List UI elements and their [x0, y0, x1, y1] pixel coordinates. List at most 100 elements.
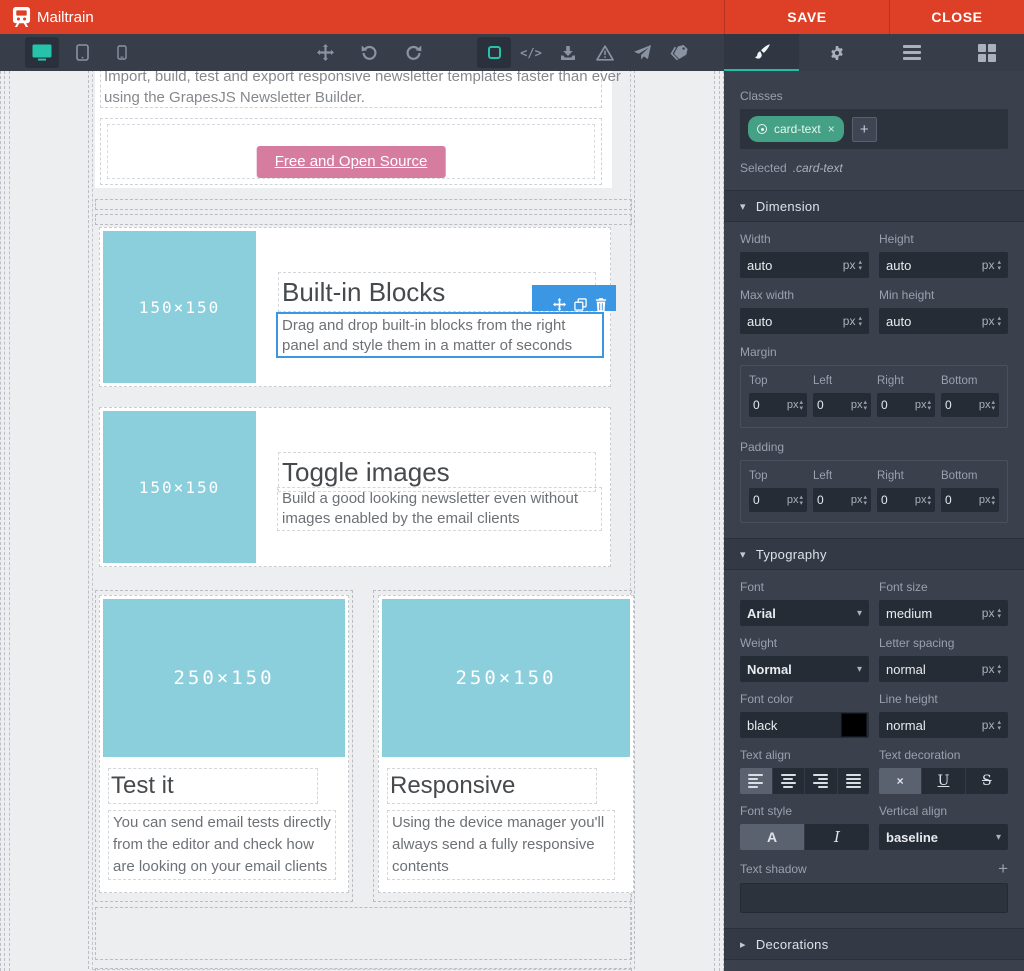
- align-justify-button[interactable]: [838, 768, 870, 794]
- move-tool-button[interactable]: [308, 37, 342, 68]
- toggle-borders-button[interactable]: [477, 37, 511, 68]
- vertical-align-select[interactable]: baseline ▾: [879, 824, 1008, 850]
- tab-layers[interactable]: [874, 34, 949, 71]
- decoration-none-button[interactable]: ×: [879, 768, 922, 794]
- decoration-underline-button[interactable]: U: [922, 768, 965, 794]
- width-input[interactable]: auto px ▴▾: [740, 252, 869, 278]
- padding-bottom-input[interactable]: 0 px ▴▾: [941, 488, 999, 512]
- min-height-input[interactable]: auto px ▴▾: [879, 308, 1008, 334]
- max-width-spinner[interactable]: ▴▾: [858, 315, 862, 327]
- padding-top-label: Top: [749, 469, 807, 483]
- intro-line1: Import, build, test and export responsiv…: [104, 71, 598, 87]
- decoration-strike-button[interactable]: S: [966, 768, 1008, 794]
- card-title-box[interactable]: Toggle images: [278, 452, 596, 492]
- margin-top-input[interactable]: 0 px ▴▾: [749, 393, 807, 417]
- font-select[interactable]: Arial ▾: [740, 600, 869, 626]
- margin-right-spinner[interactable]: ▴▾: [927, 399, 931, 411]
- padding-left-input[interactable]: 0 px ▴▾: [813, 488, 871, 512]
- import-button[interactable]: [551, 37, 585, 68]
- section-dimension[interactable]: ▾ Dimension: [724, 190, 1024, 222]
- style-italic-button[interactable]: I: [805, 824, 869, 850]
- align-center-button[interactable]: [773, 768, 806, 794]
- letter-spacing-input[interactable]: normal px ▴▾: [879, 656, 1008, 682]
- weight-select[interactable]: Normal ▾: [740, 656, 869, 682]
- line-height-spinner[interactable]: ▴▾: [997, 719, 1001, 731]
- image-placeholder[interactable]: 150×150: [103, 411, 256, 563]
- section-decorations[interactable]: ▸ Decorations: [724, 928, 1024, 960]
- align-right-button[interactable]: [805, 768, 838, 794]
- newsletter-intro-text[interactable]: Import, build, test and export responsiv…: [100, 71, 602, 108]
- undo-button[interactable]: [352, 37, 386, 68]
- image-placeholder[interactable]: 250×150: [103, 599, 345, 757]
- width-spinner[interactable]: ▴▾: [858, 259, 862, 271]
- font-size-spinner[interactable]: ▴▾: [997, 607, 1001, 619]
- device-tablet-button[interactable]: [65, 37, 99, 68]
- letter-spacing-spinner[interactable]: ▴▾: [997, 663, 1001, 675]
- padding-left-spinner[interactable]: ▴▾: [863, 494, 867, 506]
- section-typography[interactable]: ▾ Typography: [724, 538, 1024, 570]
- card-text[interactable]: You can send email tests directly from t…: [108, 810, 336, 880]
- padding-bottom-spinner[interactable]: ▴▾: [991, 494, 995, 506]
- selected-component-text[interactable]: Drag and drop built-in blocks from the r…: [276, 312, 604, 358]
- card-text[interactable]: Build a good looking newsletter even wit…: [277, 487, 602, 531]
- remove-class-icon[interactable]: ×: [828, 122, 835, 136]
- redo-button[interactable]: [396, 37, 430, 68]
- target-icon: [757, 124, 767, 134]
- min-height-spinner[interactable]: ▴▾: [997, 315, 1001, 327]
- open-code-button[interactable]: </>: [514, 37, 548, 68]
- tab-style-manager[interactable]: [724, 34, 799, 71]
- style-bold-button[interactable]: A: [740, 824, 805, 850]
- add-text-shadow-button[interactable]: +: [998, 862, 1008, 876]
- margin-top-spinner[interactable]: ▴▾: [799, 399, 803, 411]
- height-input[interactable]: auto px ▴▾: [879, 252, 1008, 278]
- image-placeholder[interactable]: 250×150: [382, 599, 630, 757]
- cta-button[interactable]: Free and Open Source: [257, 146, 446, 178]
- height-spinner[interactable]: ▴▾: [997, 259, 1001, 271]
- send-test-button[interactable]: [625, 37, 659, 68]
- close-button[interactable]: CLOSE: [889, 0, 1024, 34]
- card-test-it[interactable]: 250×150 Test it You can send email tests…: [99, 595, 349, 893]
- vertical-align-value: baseline: [886, 830, 996, 845]
- class-tag-card-text[interactable]: card-text ×: [748, 116, 844, 142]
- font-size-input[interactable]: medium px ▴▾: [879, 600, 1008, 626]
- margin-top-unit: px: [787, 399, 799, 411]
- image-placeholder[interactable]: 150×150: [103, 231, 256, 383]
- tab-blocks[interactable]: [949, 34, 1024, 71]
- font-size-unit: px: [982, 606, 995, 620]
- section-title: Decorations: [756, 937, 829, 952]
- align-left-button[interactable]: [740, 768, 773, 794]
- padding-top-input[interactable]: 0 px ▴▾: [749, 488, 807, 512]
- margin-right-input[interactable]: 0 px ▴▾: [877, 393, 935, 417]
- device-mobile-button[interactable]: [105, 37, 139, 68]
- padding-right-input[interactable]: 0 px ▴▾: [877, 488, 935, 512]
- margin-left-spinner[interactable]: ▴▾: [863, 399, 867, 411]
- margin-left-input[interactable]: 0 px ▴▾: [813, 393, 871, 417]
- color-swatch[interactable]: [842, 714, 866, 736]
- padding-top-spinner[interactable]: ▴▾: [799, 494, 803, 506]
- text-shadow-list[interactable]: [740, 883, 1008, 913]
- add-class-button[interactable]: +: [852, 117, 877, 142]
- guide-line: [719, 71, 720, 971]
- intro-section[interactable]: Import, build, test and export responsiv…: [95, 71, 612, 188]
- padding-right-spinner[interactable]: ▴▾: [927, 494, 931, 506]
- card-text[interactable]: Using the device manager you'll always s…: [387, 810, 615, 880]
- clear-canvas-button[interactable]: [588, 37, 622, 68]
- editor-canvas[interactable]: Import, build, test and export responsiv…: [0, 71, 724, 971]
- line-height-input[interactable]: normal px ▴▾: [879, 712, 1008, 738]
- margin-bottom-input[interactable]: 0 px ▴▾: [941, 393, 999, 417]
- card-built-in-blocks[interactable]: 150×150 Built-in Blocks Drag and drop bu…: [99, 227, 611, 387]
- margin-bottom-spinner[interactable]: ▴▾: [991, 399, 995, 411]
- card-title-box[interactable]: Test it: [108, 768, 318, 804]
- device-desktop-button[interactable]: [25, 37, 59, 68]
- save-button[interactable]: SAVE: [724, 0, 889, 34]
- card-toggle-images[interactable]: 150×150 Toggle images Build a good looki…: [99, 407, 611, 567]
- weight-value: Normal: [747, 662, 857, 677]
- font-color-input[interactable]: black: [740, 712, 869, 738]
- max-width-input[interactable]: auto px ▴▾: [740, 308, 869, 334]
- section-title: Typography: [756, 547, 827, 562]
- tab-settings[interactable]: [799, 34, 874, 71]
- card-title-box[interactable]: Responsive: [387, 768, 597, 804]
- card-responsive[interactable]: 250×150 Responsive Using the device mana…: [378, 595, 634, 893]
- padding-left-unit: px: [851, 494, 863, 506]
- merge-tags-button[interactable]: [662, 37, 696, 68]
